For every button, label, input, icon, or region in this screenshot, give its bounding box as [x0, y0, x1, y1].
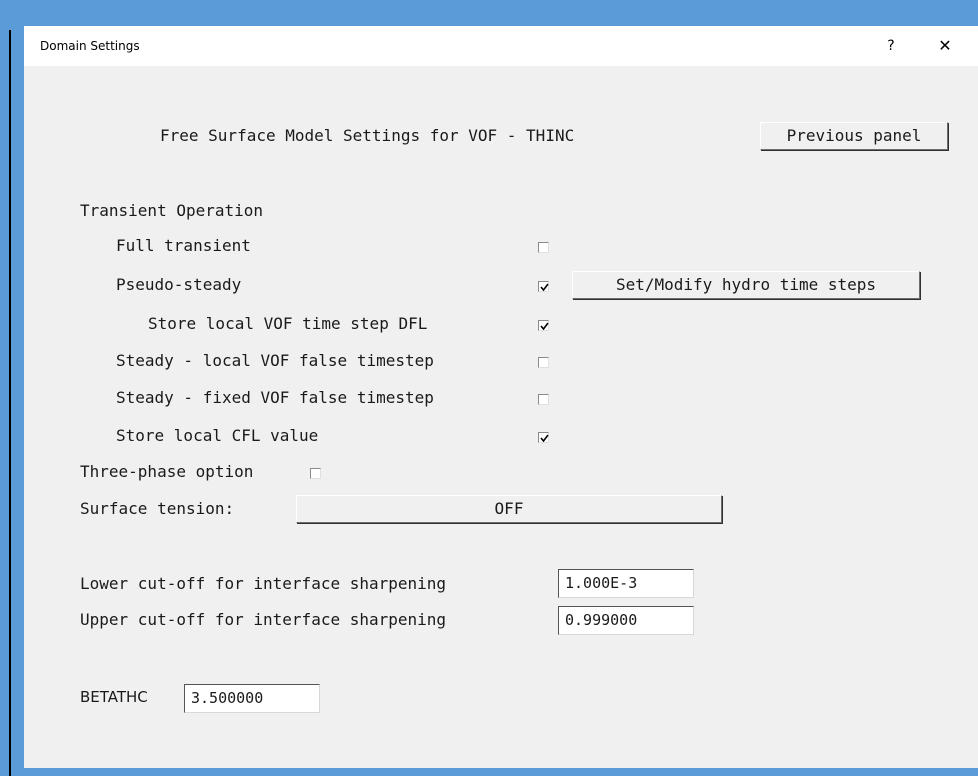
upper-cutoff-label: Upper cut-off for interface sharpening [80, 610, 447, 629]
transient-operation-label: Transient Operation [80, 201, 264, 220]
window-title: Domain Settings [40, 39, 140, 53]
surface-tension-toggle[interactable]: OFF [296, 495, 722, 523]
surface-tension-label: Surface tension: [80, 499, 235, 518]
store-local-vof-label: Store local VOF time step DFL [148, 314, 428, 333]
help-button[interactable]: ? [876, 34, 906, 58]
domain-settings-window: Domain Settings ? ✕ Free Surface Model S… [24, 26, 978, 768]
lower-cutoff-input[interactable]: 1.000E-3 [558, 569, 694, 598]
steady-local-vof-label: Steady - local VOF false timestep [116, 351, 434, 370]
three-phase-label: Three-phase option [80, 462, 254, 481]
betathc-label: BETATHC [80, 688, 148, 706]
store-local-vof-checkbox[interactable] [538, 320, 549, 331]
store-local-cfl-label: Store local CFL value [116, 426, 319, 445]
checkmark-icon [540, 322, 549, 331]
previous-panel-button[interactable]: Previous panel [760, 122, 948, 150]
pseudo-steady-label: Pseudo-steady [116, 275, 242, 294]
panel-heading: Free Surface Model Settings for VOF - TH… [160, 126, 575, 145]
lower-cutoff-label: Lower cut-off for interface sharpening [80, 574, 447, 593]
steady-fixed-vof-label: Steady - fixed VOF false timestep [116, 388, 434, 407]
betathc-input[interactable]: 3.500000 [184, 684, 320, 713]
title-bar: Domain Settings ? ✕ [24, 26, 978, 66]
full-transient-label: Full transient [116, 236, 251, 255]
steady-fixed-vof-checkbox[interactable] [538, 394, 549, 405]
pseudo-steady-checkbox[interactable] [538, 281, 549, 292]
checkmark-icon [540, 283, 549, 292]
checkmark-icon [540, 434, 549, 443]
three-phase-checkbox[interactable] [310, 468, 321, 479]
store-local-cfl-checkbox[interactable] [538, 432, 549, 443]
window-left-edge [9, 30, 11, 776]
upper-cutoff-input[interactable]: 0.999000 [558, 606, 694, 635]
set-modify-hydro-time-steps-button[interactable]: Set/Modify hydro time steps [572, 271, 920, 299]
steady-local-vof-checkbox[interactable] [538, 357, 549, 368]
close-button[interactable]: ✕ [930, 34, 960, 58]
full-transient-checkbox[interactable] [538, 242, 549, 253]
